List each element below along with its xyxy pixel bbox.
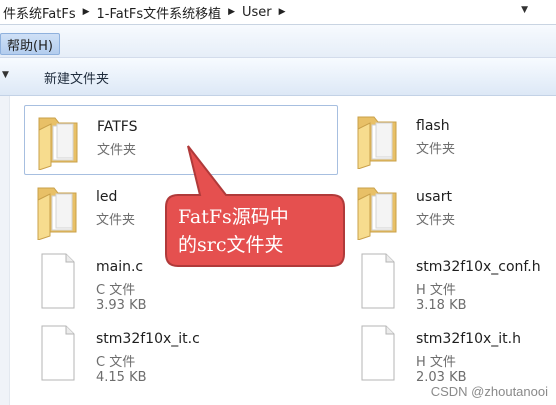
- file-name: main.c: [96, 259, 144, 275]
- file-item-flash[interactable]: flash 文件夹: [344, 105, 556, 175]
- file-type: 文件夹: [416, 213, 456, 228]
- file-name: FATFS: [97, 119, 138, 135]
- file-size: 3.93 KB: [96, 298, 147, 313]
- file-type: 文件夹: [97, 143, 137, 158]
- address-bar[interactable]: 件系统FatFs ▶ 1-FatFs文件系统移植 ▶ User ▶ ▼: [0, 0, 556, 25]
- file-item-fatfs[interactable]: FATFS 文件夹: [24, 105, 338, 175]
- folder-icon: [37, 187, 77, 240]
- file-name: stm32f10x_conf.h: [416, 259, 541, 275]
- file-type: 文件夹: [96, 213, 136, 228]
- file-name: stm32f10x_it.c: [96, 331, 200, 347]
- folder-icon: [357, 187, 397, 240]
- breadcrumb-parent-folder[interactable]: 件系统FatFs ▶: [0, 0, 94, 24]
- callout-text: FatFs源码中 的src文件夹: [178, 206, 289, 256]
- watermark: CSDN @zhoutanooi: [430, 384, 548, 399]
- file-name: usart: [416, 189, 452, 205]
- file-name: stm32f10x_it.h: [416, 331, 521, 347]
- breadcrumb-chevron-icon[interactable]: ▶: [79, 7, 94, 17]
- breadcrumb-label: User: [242, 4, 272, 20]
- file-type: H 文件: [416, 355, 456, 370]
- new-folder-button[interactable]: 新建文件夹: [44, 68, 109, 87]
- file-size: 2.03 KB: [416, 370, 467, 385]
- folder-icon: [38, 117, 78, 170]
- breadcrumb-chevron-icon[interactable]: ▶: [224, 7, 239, 17]
- file-item-usart[interactable]: usart 文件夹: [344, 176, 556, 246]
- breadcrumb-current-folder[interactable]: User ▶: [239, 0, 290, 24]
- file-type: C 文件: [96, 355, 136, 370]
- document-icon: [361, 325, 395, 381]
- address-dropdown-icon[interactable]: ▼: [521, 5, 528, 15]
- toolbar-dropdown-icon[interactable]: ▼: [2, 70, 9, 80]
- file-type: 文件夹: [416, 142, 456, 157]
- file-type: C 文件: [96, 283, 136, 298]
- breadcrumb-label: 1-FatFs文件系统移植: [96, 6, 222, 22]
- document-icon: [41, 253, 75, 309]
- breadcrumb-label: 件系统FatFs: [3, 6, 76, 22]
- navigation-pane-edge[interactable]: [0, 96, 10, 405]
- menu-bar: 帮助(H): [0, 25, 556, 58]
- breadcrumb-chevron-icon[interactable]: ▶: [275, 7, 290, 17]
- file-item-stm32f10x-conf-h[interactable]: stm32f10x_conf.h H 文件 3.18 KB: [344, 246, 556, 316]
- file-size: 3.18 KB: [416, 298, 467, 313]
- file-size: 4.15 KB: [96, 370, 147, 385]
- command-toolbar: ▼ 新建文件夹: [0, 58, 556, 96]
- file-item-stm32f10x-it-h[interactable]: stm32f10x_it.h H 文件 2.03 KB: [344, 318, 556, 388]
- file-type: H 文件: [416, 283, 456, 298]
- file-name: flash: [416, 118, 450, 134]
- breadcrumb-project-folder[interactable]: 1-FatFs文件系统移植 ▶: [94, 0, 239, 24]
- document-icon: [361, 253, 395, 309]
- file-name: led: [96, 189, 118, 205]
- document-icon: [41, 325, 75, 381]
- menu-help[interactable]: 帮助(H): [0, 33, 60, 55]
- file-item-stm32f10x-it-c[interactable]: stm32f10x_it.c C 文件 4.15 KB: [24, 318, 254, 388]
- folder-icon: [357, 116, 397, 169]
